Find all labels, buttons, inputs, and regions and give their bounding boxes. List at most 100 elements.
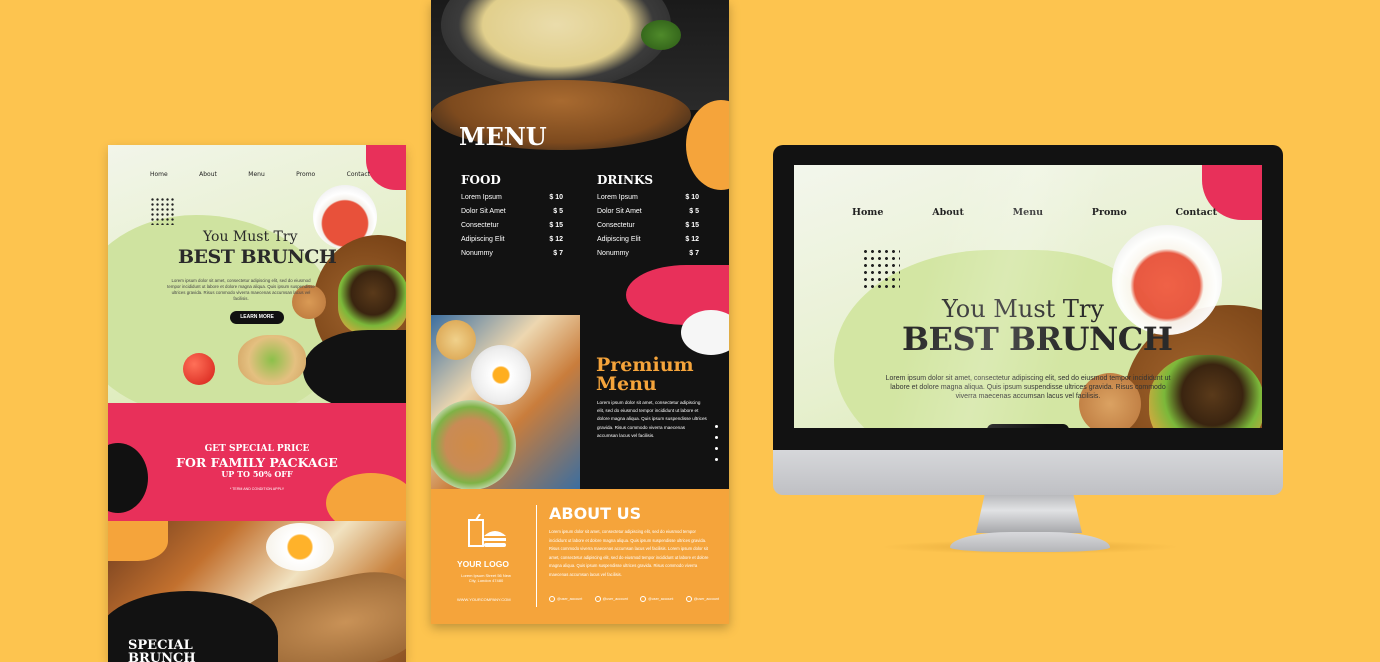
brunch-table-photo bbox=[431, 315, 580, 489]
twitter-icon bbox=[640, 596, 647, 602]
menu-title: MENU bbox=[459, 122, 547, 151]
desktop-monitor: Home About Menu Promo Contact You Must T… bbox=[773, 145, 1283, 495]
learn-more-button[interactable]: LEARN MORE bbox=[230, 311, 284, 324]
special-brunch-title: SPECIAL BRUNCH bbox=[128, 639, 196, 662]
social-handle: @user_account bbox=[602, 597, 628, 601]
monitor-stand-base bbox=[950, 532, 1110, 552]
vertical-divider bbox=[536, 505, 537, 607]
drink-item: Dolor Sit Amet $ 5 bbox=[597, 208, 699, 215]
nav-promo[interactable]: Promo bbox=[1092, 207, 1127, 218]
pasta-pan-image bbox=[441, 0, 671, 90]
promo-title: FOR FAMILY PACKAGE bbox=[176, 455, 338, 470]
food-item: Adipiscing Elit $ 12 bbox=[461, 236, 563, 243]
nav-about[interactable]: About bbox=[199, 171, 217, 178]
nav-contact[interactable]: Contact bbox=[1175, 207, 1217, 218]
logo-text: YOUR LOGO bbox=[457, 559, 509, 569]
website-link[interactable]: WWW.YOURCOMPANY.COM bbox=[457, 597, 511, 602]
item-price: $ 10 bbox=[549, 194, 563, 201]
dot-grid-decoration bbox=[862, 248, 900, 290]
about-description: Lorem ipsum dolor sit amet, consectetur … bbox=[549, 529, 709, 577]
item-price: $ 15 bbox=[549, 222, 563, 229]
social-handle: @user_account bbox=[693, 597, 719, 601]
promo-section: GET SPECIAL PRICE FOR FAMILY PACKAGE UP … bbox=[108, 403, 406, 521]
item-name: Dolor Sit Amet bbox=[461, 208, 506, 215]
drink-item: Adipiscing Elit $ 12 bbox=[597, 236, 699, 243]
youtube-icon bbox=[685, 596, 692, 602]
nav-menu[interactable]: Menu bbox=[248, 171, 264, 178]
hero-title: BEST BRUNCH bbox=[902, 320, 1173, 358]
vertical-dots-decoration bbox=[715, 425, 719, 469]
item-price: $ 15 bbox=[685, 222, 699, 229]
social-link-youtube[interactable]: @user_account bbox=[685, 596, 719, 602]
desktop-landing-page: Home About Menu Promo Contact You Must T… bbox=[794, 165, 1262, 428]
social-link-instagram[interactable]: @user_account bbox=[594, 596, 628, 602]
orange-blob-shape bbox=[108, 521, 168, 561]
item-price: $ 7 bbox=[553, 250, 563, 257]
item-name: Nonummy bbox=[461, 250, 493, 257]
food-column: FOOD Lorem Ipsum $ 10 Dolor Sit Amet $ 5 C… bbox=[461, 173, 563, 257]
dot bbox=[715, 436, 718, 439]
special-brunch-section: SPECIAL BRUNCH bbox=[108, 521, 406, 662]
drink-item: Lorem Ipsum $ 10 bbox=[597, 194, 699, 201]
food-item: Dolor Sit Amet $ 5 bbox=[461, 208, 563, 215]
main-nav: Home About Menu Promo Contact bbox=[852, 207, 1217, 218]
hero-button[interactable] bbox=[987, 424, 1069, 428]
hero-description: Lorem ipsum dolor sit amet, consectetur … bbox=[167, 278, 315, 301]
item-name: Nonummy bbox=[597, 250, 629, 257]
nav-home[interactable]: Home bbox=[852, 207, 883, 218]
pink-corner-shape bbox=[366, 145, 406, 190]
wrap-image bbox=[238, 335, 306, 385]
item-name: Consectetur bbox=[461, 222, 499, 229]
monitor-chin bbox=[773, 450, 1283, 495]
fried-egg-image bbox=[266, 523, 334, 571]
herb-garnish-image bbox=[641, 20, 681, 50]
item-price: $ 12 bbox=[685, 236, 699, 243]
hero-title: BEST BRUNCH bbox=[178, 246, 337, 268]
orange-blob-shape bbox=[326, 473, 406, 521]
item-name: Dolor Sit Amet bbox=[597, 208, 642, 215]
burger-image bbox=[338, 265, 406, 335]
item-price: $ 12 bbox=[549, 236, 563, 243]
facebook-icon bbox=[549, 596, 555, 602]
address-text: Lorem Ipsum Street 56 New City, London 4… bbox=[461, 573, 511, 583]
nav-home[interactable]: Home bbox=[150, 171, 168, 178]
special-line-2: BRUNCH bbox=[128, 651, 196, 662]
waffle-image bbox=[436, 320, 476, 360]
nav-about[interactable]: About bbox=[932, 207, 964, 218]
nav-contact[interactable]: Contact bbox=[347, 171, 370, 178]
item-name: Adipiscing Elit bbox=[461, 236, 505, 243]
promo-discount: UP TO 50% OFF bbox=[221, 469, 293, 479]
about-title: ABOUT US bbox=[549, 504, 642, 523]
food-header: FOOD bbox=[461, 173, 501, 187]
item-price: $ 10 bbox=[685, 194, 699, 201]
promo-terms: * TERM AND CONDITION APPLY bbox=[229, 487, 285, 491]
burger-drink-logo-icon bbox=[468, 514, 506, 547]
dot bbox=[715, 458, 718, 461]
food-item: Consectetur $ 15 bbox=[461, 222, 563, 229]
mobile-landing-page: Home About Menu Promo Contact You Must T… bbox=[108, 145, 406, 662]
item-price: $ 7 bbox=[689, 250, 699, 257]
nav-menu[interactable]: Menu bbox=[1013, 207, 1043, 218]
nav-promo[interactable]: Promo bbox=[296, 171, 315, 178]
premium-description: Lorem ipsum dolor sit amet, consectetur … bbox=[597, 400, 707, 438]
item-name: Lorem Ipsum bbox=[597, 194, 638, 201]
premium-menu-title: Premium Menu bbox=[596, 356, 694, 394]
tomato-soup-bowl-image bbox=[1112, 225, 1222, 335]
social-link-twitter[interactable]: @user_account bbox=[640, 596, 673, 602]
social-links: @user_account @user_account @user_accoun… bbox=[549, 596, 719, 602]
promo-headline: GET SPECIAL PRICE bbox=[204, 444, 310, 454]
egg-plate-image bbox=[471, 345, 531, 405]
salad-plate-image bbox=[431, 400, 516, 489]
dot bbox=[715, 425, 718, 428]
hero-subtitle: You Must Try bbox=[942, 295, 1104, 323]
instagram-icon bbox=[594, 596, 601, 602]
social-link-facebook[interactable]: @user_account bbox=[549, 596, 582, 602]
item-name: Lorem Ipsum bbox=[461, 194, 502, 201]
food-item: Lorem Ipsum $ 10 bbox=[461, 194, 563, 201]
hero-subtitle: You Must Try bbox=[203, 229, 298, 245]
item-price: $ 5 bbox=[689, 208, 699, 215]
white-blob-shape bbox=[681, 310, 729, 355]
item-name: Consectetur bbox=[597, 222, 635, 229]
food-item: Nonummy $ 7 bbox=[461, 250, 563, 257]
hero-description: Lorem ipsum dolor sit amet, consectetur … bbox=[885, 375, 1171, 400]
